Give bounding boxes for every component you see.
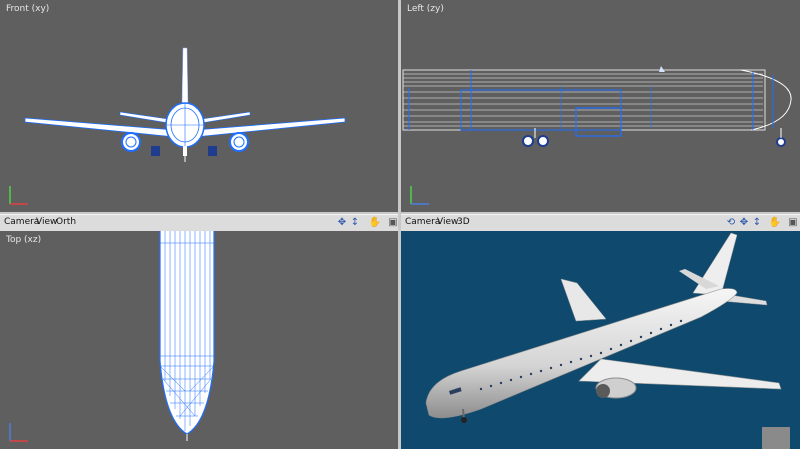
move-icon[interactable]: ✥ <box>335 216 349 229</box>
zoom-icon[interactable]: ↕ <box>348 216 362 229</box>
pan-icon[interactable]: ✋ <box>768 216 782 229</box>
axis-gizmo-top <box>9 423 28 442</box>
front-wireframe <box>24 47 346 162</box>
axis-gizmo-left <box>410 186 429 205</box>
left-viewport[interactable]: Left (zy) <box>401 0 800 212</box>
front-viewport[interactable]: Front (xy) <box>0 0 398 212</box>
zoom-icon[interactable]: ↕ <box>750 216 764 229</box>
toolbar-right: Camera View 3D ⟲ ✥ ↕ ✋ ▣ <box>401 214 800 232</box>
move-icon[interactable]: ✥ <box>737 216 751 229</box>
3d-menu[interactable]: 3D <box>455 217 472 227</box>
rotate-icon[interactable]: ⟲ <box>724 216 738 229</box>
orth-menu[interactable]: Orth <box>54 217 78 227</box>
left-wireframe <box>402 66 792 147</box>
axis-gizmo-front <box>9 186 28 205</box>
viewport-splitter[interactable] <box>398 0 401 449</box>
toolbar-left: Camera View Orth ✥ ↕ ✋ ▣ <box>0 214 398 232</box>
corner-handle[interactable] <box>762 427 790 449</box>
perspective-viewport[interactable] <box>401 231 800 449</box>
pan-icon[interactable]: ✋ <box>368 216 382 229</box>
shaded-airplane-model <box>425 232 782 423</box>
expand-icon[interactable]: ▣ <box>786 216 800 229</box>
top-viewport[interactable]: Top (xz) <box>0 231 398 449</box>
top-wireframe <box>159 231 215 441</box>
